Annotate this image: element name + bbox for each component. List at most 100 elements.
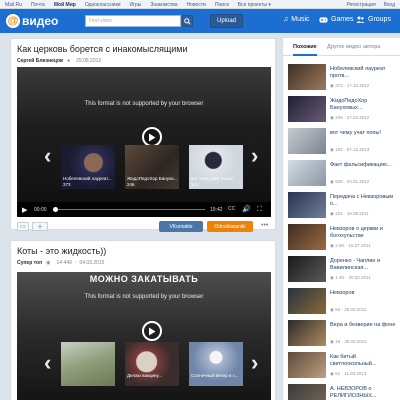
related-video-title[interactable]: Доренко - Чаплин и Вавилинская... bbox=[330, 258, 400, 271]
progress-knob[interactable] bbox=[53, 207, 58, 212]
search-button[interactable] bbox=[182, 15, 193, 27]
related-video-date: 07.12.2013 bbox=[346, 147, 370, 152]
add-to-list-icon[interactable]: ＋ bbox=[32, 222, 48, 231]
related-video-title[interactable]: Факт фальсификацию... bbox=[330, 162, 400, 169]
video-author[interactable]: Сергей Близнецов bbox=[17, 58, 63, 64]
video-title[interactable]: Коты - это жидкость)) bbox=[17, 246, 106, 256]
prev-arrow-icon[interactable]: ‹ bbox=[44, 145, 51, 167]
comment-icon[interactable]: ▭ bbox=[17, 222, 29, 231]
portal-link[interactable]: Mail.Ru bbox=[5, 2, 22, 8]
portal-link[interactable]: Поиск bbox=[215, 2, 229, 8]
related-thumb[interactable] bbox=[61, 342, 115, 386]
play-button[interactable] bbox=[142, 321, 162, 341]
related-video-item[interactable]: вот чему учат попы! ◉ 102 · 07.12.2013 bbox=[288, 128, 400, 158]
next-arrow-icon[interactable]: › bbox=[251, 145, 258, 167]
video-title[interactable]: Как церковь борется с инакомыслящими bbox=[17, 44, 188, 54]
related-video-meta: ◉ 18 · 30.03.2014 bbox=[330, 339, 367, 345]
sidebar-tabs: Похожие Другое видео автора bbox=[283, 38, 400, 56]
portal-link[interactable]: Игры bbox=[130, 2, 142, 8]
next-arrow-icon[interactable]: › bbox=[251, 352, 258, 374]
related-video-thumbnail[interactable] bbox=[288, 320, 326, 346]
portal-link[interactable]: Новости bbox=[187, 2, 206, 8]
nav-groups-label: Groups bbox=[368, 16, 391, 23]
portal-link[interactable]: Знакомства bbox=[150, 2, 177, 8]
related-video-item[interactable]: Нобелевский лауреат протв... ◉ 373 · 17.1… bbox=[288, 64, 400, 94]
portal-link[interactable]: Одноклассники bbox=[85, 2, 121, 8]
related-video-thumbnail[interactable] bbox=[288, 256, 326, 282]
related-video-title[interactable]: Невзоров bbox=[330, 290, 400, 297]
related-video-title[interactable]: Нобелевский лауреат протв... bbox=[330, 66, 400, 79]
related-video-title[interactable]: Вера и безверие на фоне bbox=[330, 322, 400, 329]
related-video-title[interactable]: Невзоров о церкви и богохульстве bbox=[330, 226, 400, 239]
related-video-title[interactable]: А. НЕВЗОРОВ о РЕЛИГИОЗНЫХ... bbox=[330, 386, 400, 399]
portal-link[interactable]: Все проекты ▾ bbox=[238, 2, 271, 8]
related-video-title[interactable]: ЖидоПедоХор Бануховых... bbox=[330, 98, 400, 111]
video-date: 29.08.2012 bbox=[76, 58, 102, 64]
site-header: @ видео Find video Upload ♫ Music Games bbox=[0, 9, 400, 33]
share-ok-button[interactable]: Odnoklassniki bbox=[207, 221, 253, 232]
related-thumb[interactable]: ЖидоПедоХор Бануха... 246 bbox=[125, 145, 179, 189]
related-video-item[interactable]: А. НЕВЗОРОВ о РЕЛИГИОЗНЫХ... bbox=[288, 384, 400, 400]
related-video-item[interactable]: Как битый светлоокольный... ◉ 61 · 11.03.… bbox=[288, 352, 400, 382]
related-video-item[interactable]: Доренко - Чаплин и Вавилинская... ◉ 1.4K … bbox=[288, 256, 400, 286]
related-video-item[interactable]: Передача с Невзоровым о... ◉ 421 · 18.08.… bbox=[288, 192, 400, 222]
more-icon[interactable]: ••• bbox=[261, 222, 268, 229]
player-controls: ▶ 00:00 19:42 CC 🔊 ⛶ bbox=[17, 202, 271, 217]
related-video-thumbnail[interactable] bbox=[288, 160, 326, 186]
portal-right-link[interactable]: Вход bbox=[384, 2, 395, 8]
thumbnail-image bbox=[288, 96, 326, 122]
tab-similar[interactable]: Похожие bbox=[293, 44, 317, 50]
related-video-meta: ◉ 1.4K · 20.02.2011 bbox=[330, 275, 371, 281]
nav-games[interactable]: Games bbox=[319, 16, 354, 23]
upload-button[interactable]: Upload bbox=[210, 14, 243, 28]
progress-track[interactable] bbox=[53, 209, 205, 210]
related-thumb[interactable]: Делаю вакцину... bbox=[125, 342, 179, 386]
related-thumb[interactable]: вот чему учат полы! 102 bbox=[189, 145, 243, 189]
related-video-date: 20.02.2011 bbox=[348, 275, 371, 280]
related-video-thumbnail[interactable] bbox=[288, 192, 326, 218]
related-video-item[interactable]: Невзоров о церкви и богохульстве ◉ 2.6K ·… bbox=[288, 224, 400, 254]
tab-author-videos[interactable]: Другое видео автора bbox=[327, 44, 380, 50]
related-thumb[interactable]: Солнечный ветер и с... bbox=[189, 342, 243, 386]
related-video-title[interactable]: Как битый светлоокольный... bbox=[330, 354, 400, 367]
portal-link[interactable]: Почта bbox=[31, 2, 45, 8]
play-icon bbox=[149, 327, 156, 335]
volume-icon[interactable]: 🔊 bbox=[242, 205, 251, 213]
thumbnail-image bbox=[288, 64, 326, 90]
nav-groups[interactable]: Groups bbox=[356, 16, 391, 23]
related-video-title[interactable]: вот чему учат попы! bbox=[330, 130, 400, 137]
related-video-views: 373 bbox=[335, 83, 343, 88]
fullscreen-icon[interactable]: ⛶ bbox=[257, 206, 262, 214]
prev-arrow-icon[interactable]: ‹ bbox=[44, 352, 51, 374]
site-logo[interactable]: @ видео bbox=[6, 13, 58, 29]
portal-link[interactable]: Мой Мир bbox=[54, 2, 76, 8]
related-video-thumbnail[interactable] bbox=[288, 96, 326, 122]
gamepad-icon bbox=[319, 16, 328, 23]
play-button[interactable] bbox=[142, 127, 162, 147]
portal-right-link[interactable]: Регистрация bbox=[346, 2, 375, 8]
video-author[interactable]: Супер топ bbox=[17, 260, 42, 266]
related-video-item[interactable]: Факт фальсификацию... ◉ 526 · 03.01.2012 bbox=[288, 160, 400, 190]
related-video-item[interactable]: Невзоров ◉ 84 · 20.03.2011 bbox=[288, 288, 400, 318]
nav-music[interactable]: ♫ Music bbox=[283, 16, 310, 23]
related-video-thumbnail[interactable] bbox=[288, 128, 326, 154]
play-small-icon[interactable]: ▶ bbox=[22, 206, 27, 214]
related-video-title[interactable]: Передача с Невзоровым о... bbox=[330, 194, 400, 207]
video-player[interactable]: МОЖНО ЗАКАТЫВАТЬ This format is not supp… bbox=[17, 272, 271, 400]
related-video-thumbnail[interactable] bbox=[288, 384, 326, 400]
related-video-thumbnail[interactable] bbox=[288, 288, 326, 314]
related-video-item[interactable]: Вера и безверие на фоне ◉ 18 · 30.03.2014 bbox=[288, 320, 400, 350]
captions-button[interactable]: CC bbox=[228, 206, 235, 212]
search-input[interactable]: Find video bbox=[85, 15, 181, 27]
share-vk-button[interactable]: VKontakte bbox=[159, 221, 203, 232]
video-player[interactable]: This format is not supported by your bro… bbox=[17, 67, 271, 217]
related-video-date: 17.10.2012 bbox=[346, 83, 370, 88]
related-video-item[interactable]: ЖидоПедоХор Бануховых... ◉ 246 · 27.03.20… bbox=[288, 96, 400, 126]
related-video-thumbnail[interactable] bbox=[288, 224, 326, 250]
related-thumb[interactable]: Нобелевский лауреат... 373 bbox=[61, 145, 115, 189]
thumbnail-image bbox=[288, 320, 326, 346]
related-video-thumbnail[interactable] bbox=[288, 352, 326, 378]
related-video-meta: ◉ 84 · 20.03.2011 bbox=[330, 307, 366, 313]
related-video-thumbnail[interactable] bbox=[288, 64, 326, 90]
related-video-date: 27.03.2012 bbox=[346, 115, 370, 120]
